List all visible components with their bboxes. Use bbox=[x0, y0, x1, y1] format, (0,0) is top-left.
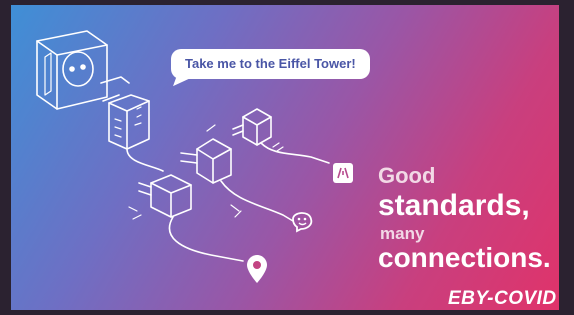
image-frame: Take me to the Eiffel Tower! Good standa… bbox=[0, 0, 574, 315]
headline-many: many bbox=[380, 224, 425, 243]
plug-icon bbox=[180, 124, 294, 222]
travel-adapter-icon bbox=[100, 76, 150, 150]
headline-standards: standards, bbox=[378, 189, 530, 222]
brand-logo: EBY-COVID bbox=[448, 288, 557, 309]
waze-app-icon bbox=[292, 212, 313, 233]
plug-icon bbox=[232, 108, 330, 164]
wall-socket-icon bbox=[36, 30, 108, 110]
headline-connections: connections. bbox=[378, 242, 551, 273]
map-app-icon bbox=[333, 163, 353, 183]
headline: Good standards, many connections. bbox=[378, 165, 551, 272]
location-pin-icon bbox=[247, 255, 267, 283]
speech-bubble: Take me to the Eiffel Tower! bbox=[171, 49, 370, 79]
banner: Take me to the Eiffel Tower! Good standa… bbox=[11, 5, 559, 310]
headline-good: Good bbox=[378, 163, 436, 188]
